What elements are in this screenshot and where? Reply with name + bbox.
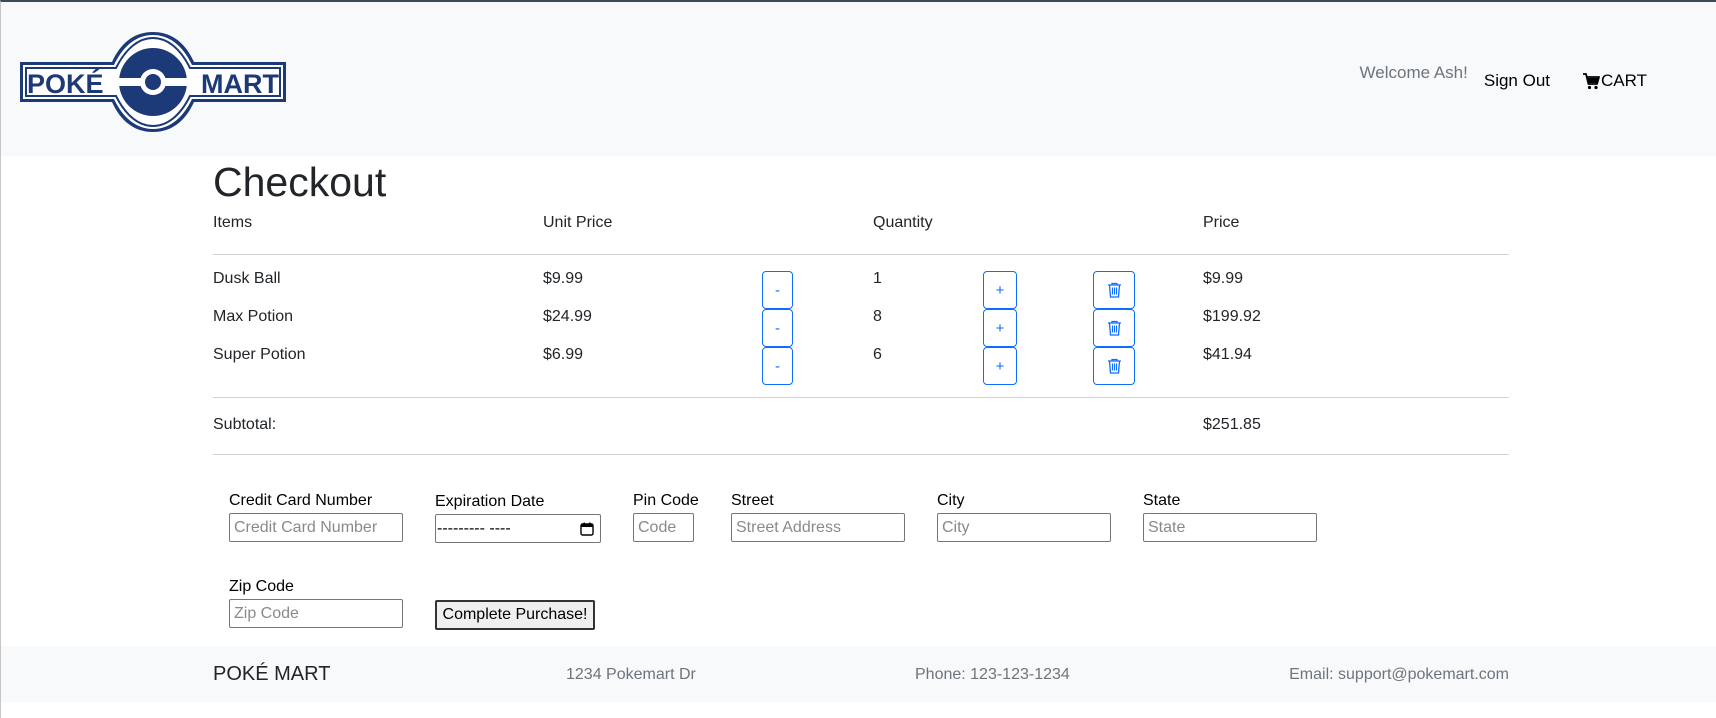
city-input[interactable] [937,513,1111,542]
navbar: POKÉ MART Welcome Ash! Sign Out CART [1,2,1716,156]
card-number-label: Credit Card Number [229,492,373,509]
subtotal-row: Subtotal: $251.85 [213,398,1509,454]
trash-icon [1107,320,1121,336]
divider [213,454,1509,455]
decrement-button[interactable]: - [762,309,793,347]
pin-code-field: Pin Code [633,492,699,542]
remove-item-button[interactable] [1093,309,1135,347]
cart-label: CART [1601,71,1647,90]
pin-code-label: Pin Code [633,492,699,509]
column-items: Items [213,214,253,231]
divider [213,254,1509,255]
nav-right: Welcome Ash! Sign Out CART [1360,60,1647,91]
trash-icon [1107,358,1121,374]
remove-item-button[interactable] [1093,347,1135,385]
state-field: State [1143,492,1317,542]
decrement-button[interactable]: - [762,271,793,309]
expiration-date-input[interactable]: --------- ---- [435,514,601,543]
street-label: Street [731,492,774,509]
state-input[interactable] [1143,513,1317,542]
sign-out-link[interactable]: Sign Out [1484,71,1550,91]
cart-link[interactable]: CART [1582,71,1647,91]
pin-code-input[interactable] [633,513,694,542]
item-price: $41.94 [1203,346,1252,363]
table-row: Super Potion $6.99 - 6 + $41.94 [213,343,1509,385]
item-unit-price: $6.99 [543,346,584,363]
complete-purchase-button[interactable]: Complete Purchase! [435,600,595,630]
item-price: $9.99 [1203,270,1244,287]
decrement-button[interactable]: - [762,347,793,385]
subtotal-value: $251.85 [1203,416,1261,433]
item-quantity: 1 [873,270,882,287]
item-quantity: 6 [873,346,882,363]
item-price: $199.92 [1203,308,1261,325]
table-header: Items Unit Price Quantity Price [213,208,1509,254]
logo-text-left: POKÉ [27,68,104,99]
city-field: City [937,492,1111,542]
footer-phone: Phone: 123-123-1234 [915,666,1070,683]
item-name: Dusk Ball [213,270,281,287]
page-title: Checkout [213,159,387,205]
column-quantity: Quantity [873,214,933,231]
zip-code-field: Zip Code [229,578,403,628]
logo-text-right: MART [201,69,279,99]
footer-brand: POKÉ MART [213,663,331,685]
expiration-field: Expiration Date --------- ---- [435,493,601,543]
calendar-icon [580,522,594,536]
footer: POKÉ MART 1234 Pokemart Dr Phone: 123-12… [1,646,1716,702]
item-quantity: 8 [873,308,882,325]
table-row: Max Potion $24.99 - 8 + $199.92 [213,305,1509,347]
increment-button[interactable]: + [983,347,1017,385]
zip-code-input[interactable] [229,599,403,628]
expiration-label: Expiration Date [435,493,545,510]
increment-button[interactable]: + [983,271,1017,309]
street-field: Street [731,492,905,542]
footer-address: 1234 Pokemart Dr [566,666,696,683]
item-name: Super Potion [213,346,306,363]
trash-icon [1107,282,1121,298]
pokemart-logo[interactable]: POKÉ MART [17,30,289,134]
checkout-form: Credit Card Number Expiration Date -----… [229,492,1329,632]
increment-button[interactable]: + [983,309,1017,347]
item-unit-price: $9.99 [543,270,584,287]
subtotal-label: Subtotal: [213,416,277,433]
card-number-field: Credit Card Number [229,492,403,542]
item-unit-price: $24.99 [543,308,592,325]
zip-code-label: Zip Code [229,578,294,595]
cart-icon [1583,73,1600,90]
expiration-value: --------- ---- [437,519,511,537]
item-name: Max Potion [213,308,294,325]
remove-item-button[interactable] [1093,271,1135,309]
cart-table: Items Unit Price Quantity Price Dusk Bal… [213,208,1509,455]
state-label: State [1143,492,1181,509]
checkout-section: Checkout Items Unit Price Quantity Price… [213,158,1509,455]
welcome-text: Welcome Ash! [1359,63,1468,82]
table-row: Dusk Ball $9.99 - 1 + $9.99 [213,267,1509,309]
column-price: Price [1203,214,1240,231]
card-number-input[interactable] [229,513,403,542]
street-input[interactable] [731,513,905,542]
column-unit-price: Unit Price [543,214,613,231]
footer-email: Email: support@pokemart.com [1289,666,1509,683]
city-label: City [937,492,965,509]
